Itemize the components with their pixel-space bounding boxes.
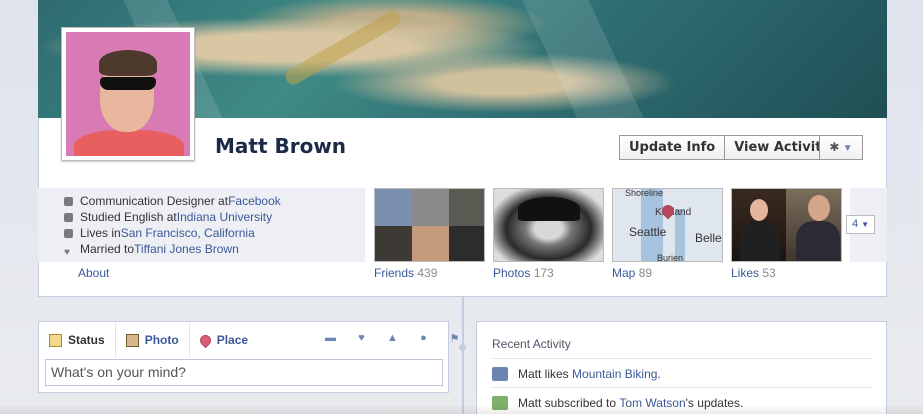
map-place-label: Belle	[695, 231, 722, 245]
photos-link[interactable]: Photos	[493, 266, 530, 280]
status-composer: Status Photo Place ▬ ♥ ▲ ● ⚑ What's on y…	[38, 321, 459, 393]
likes-tile[interactable]	[731, 188, 842, 262]
profile-info-box: Communication Designer at Facebook Studi…	[38, 188, 365, 262]
map-link[interactable]: Map	[612, 266, 635, 280]
like-icon	[492, 367, 508, 381]
timeline-dot	[459, 344, 466, 351]
info-item-work: Communication Designer at Facebook	[64, 193, 281, 209]
about-link[interactable]: About	[78, 266, 109, 280]
info-link[interactable]: San Francisco, California	[121, 225, 255, 241]
friends-tile[interactable]	[374, 188, 485, 262]
tab-place[interactable]: Place	[188, 322, 258, 358]
activity-link[interactable]: Mountain Biking	[572, 367, 657, 381]
info-item-location: Lives in San Francisco, California	[64, 225, 281, 241]
photo-icon	[125, 333, 139, 347]
map-place-label: Burien	[657, 253, 684, 262]
place-icon	[197, 332, 213, 348]
divider	[492, 358, 872, 359]
status-icon	[49, 333, 62, 347]
activity-actor: Matt	[518, 367, 542, 381]
likes-link[interactable]: Likes	[731, 266, 759, 280]
info-text: Communication Designer at	[80, 194, 229, 208]
profile-name[interactable]: Matt Brown	[215, 134, 346, 158]
info-link[interactable]: Indiana University	[177, 209, 272, 225]
settings-menu-button[interactable]: ✱ ▼	[819, 135, 863, 160]
milestone-flag-icon[interactable]: ⚑	[439, 332, 470, 345]
photos-count: 173	[533, 266, 554, 280]
relationship-event-icon[interactable]: ♥	[346, 332, 377, 345]
photos-label[interactable]: Photos 173	[493, 266, 554, 280]
friends-label[interactable]: Friends 439	[374, 266, 437, 280]
chevron-down-icon: ▼	[861, 220, 870, 229]
map-label[interactable]: Map 89	[612, 266, 652, 280]
profile-photo-image	[66, 32, 190, 156]
recent-activity-box: Recent Activity Matt likes Mountain Biki…	[476, 321, 887, 414]
tab-label: Photo	[144, 333, 179, 347]
info-text: Married to	[80, 242, 135, 256]
activity-text: likes	[541, 367, 573, 381]
info-link[interactable]: Facebook	[228, 193, 281, 209]
timeline-spine	[462, 297, 464, 414]
divider	[492, 387, 872, 388]
info-text: Studied English at	[80, 210, 177, 224]
more-tiles-count: 4	[851, 218, 859, 230]
info-link[interactable]: Tiffani Jones Brown	[134, 241, 239, 257]
friend-thumbnail	[412, 226, 449, 261]
life-event-icons: ▬ ♥ ▲ ● ⚑	[315, 332, 470, 345]
likes-count: 53	[762, 266, 776, 280]
activity-suffix: .	[657, 367, 661, 381]
home-icon	[64, 228, 73, 238]
home-event-icon[interactable]: ▲	[377, 332, 408, 345]
more-tiles-button[interactable]: 4 ▼	[846, 215, 875, 234]
profile-picture[interactable]	[61, 27, 195, 161]
map-count: 89	[638, 266, 653, 280]
friend-thumbnail	[375, 189, 412, 226]
tab-label: Place	[216, 333, 249, 347]
info-text: Lives in	[80, 226, 121, 240]
map-tile[interactable]: Shoreline Kirkland Seattle Belle Burien	[612, 188, 723, 262]
info-item-relationship: ♥ Married to Tiffani Jones Brown	[64, 241, 281, 258]
heart-icon: ♥	[64, 246, 70, 258]
bottom-fade	[0, 404, 923, 414]
info-item-education: Studied English at Indiana University	[64, 209, 281, 225]
friends-link[interactable]: Friends	[374, 266, 414, 280]
photos-tile[interactable]	[493, 188, 604, 262]
composer-tabs: Status Photo Place	[39, 322, 258, 358]
likes-label[interactable]: Likes 53	[731, 266, 776, 280]
tab-label: Status	[68, 333, 105, 347]
profile-actions: Update Info View Activity	[619, 135, 840, 160]
tab-status[interactable]: Status	[39, 322, 115, 358]
map-place-label: Shoreline	[625, 188, 664, 198]
gear-icon: ✱	[829, 140, 840, 154]
friends-count: 439	[417, 266, 438, 280]
activity-item: Matt likes Mountain Biking .	[492, 367, 661, 381]
status-input[interactable]: What's on your mind?	[45, 359, 443, 386]
tab-photo[interactable]: Photo	[114, 322, 189, 358]
update-info-button[interactable]: Update Info	[619, 135, 726, 160]
friend-thumbnail	[449, 189, 484, 226]
friend-thumbnail	[412, 189, 449, 226]
recent-activity-title: Recent Activity	[492, 337, 571, 351]
briefcase-icon	[64, 196, 73, 206]
school-icon	[64, 212, 73, 222]
chevron-down-icon: ▼	[842, 143, 853, 154]
health-event-icon[interactable]: ●	[408, 332, 439, 345]
map-place-label: Seattle	[629, 225, 667, 239]
work-event-icon[interactable]: ▬	[315, 332, 346, 345]
friend-thumbnail	[375, 226, 412, 261]
friend-thumbnail	[449, 226, 484, 261]
